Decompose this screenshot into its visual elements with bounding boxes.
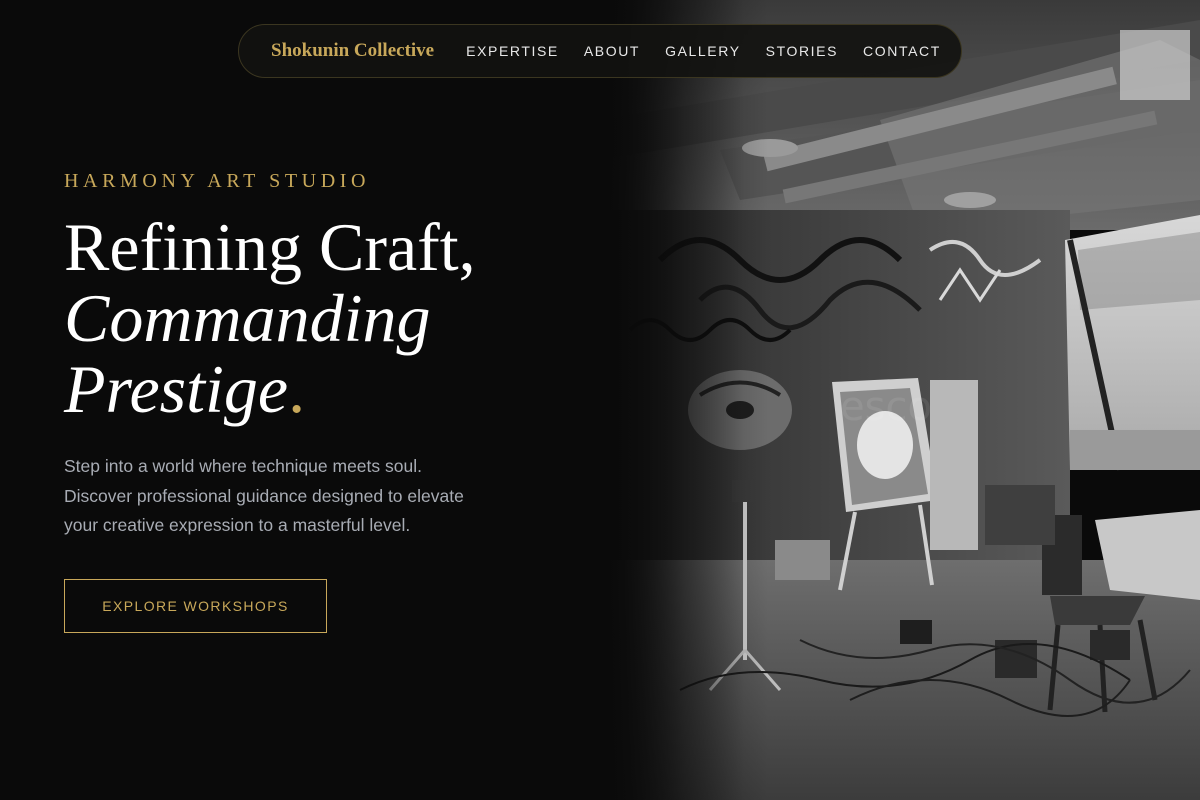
headline-line-2: Commanding	[64, 280, 431, 356]
hero-description-line-1: Step into a world where technique meets …	[64, 456, 422, 476]
nav-links: EXPERTISE ABOUT GALLERY STORIES CONTACT	[466, 43, 941, 59]
headline-period: .	[288, 351, 306, 427]
hero-description: Step into a world where technique meets …	[64, 452, 534, 541]
headline-line-3: Prestige.	[64, 354, 476, 425]
headline-line-3-text: Prestige	[64, 351, 289, 427]
hero-headline: Refining Craft, Commanding Prestige.	[64, 212, 476, 425]
hero-eyebrow: HARMONY ART STUDIO	[64, 170, 371, 192]
hero-description-line-3: your creative expression to a masterful …	[64, 515, 411, 535]
headline-line-1: Refining Craft,	[64, 209, 476, 285]
photo-gradient-overlay	[600, 0, 1200, 800]
nav-link-contact[interactable]: CONTACT	[863, 43, 941, 59]
nav-link-expertise[interactable]: EXPERTISE	[466, 43, 559, 59]
hero-studio-photo: esco	[600, 0, 1200, 800]
brand-logo[interactable]: Shokunin Collective	[271, 40, 434, 62]
nav-link-about[interactable]: ABOUT	[584, 43, 640, 59]
nav-link-gallery[interactable]: GALLERY	[665, 43, 741, 59]
explore-workshops-button[interactable]: EXPLORE WORKSHOPS	[64, 579, 327, 633]
top-navigation: Shokunin Collective EXPERTISE ABOUT GALL…	[238, 24, 962, 78]
hero-description-line-2: Discover professional guidance designed …	[64, 485, 464, 506]
nav-link-stories[interactable]: STORIES	[766, 43, 838, 59]
